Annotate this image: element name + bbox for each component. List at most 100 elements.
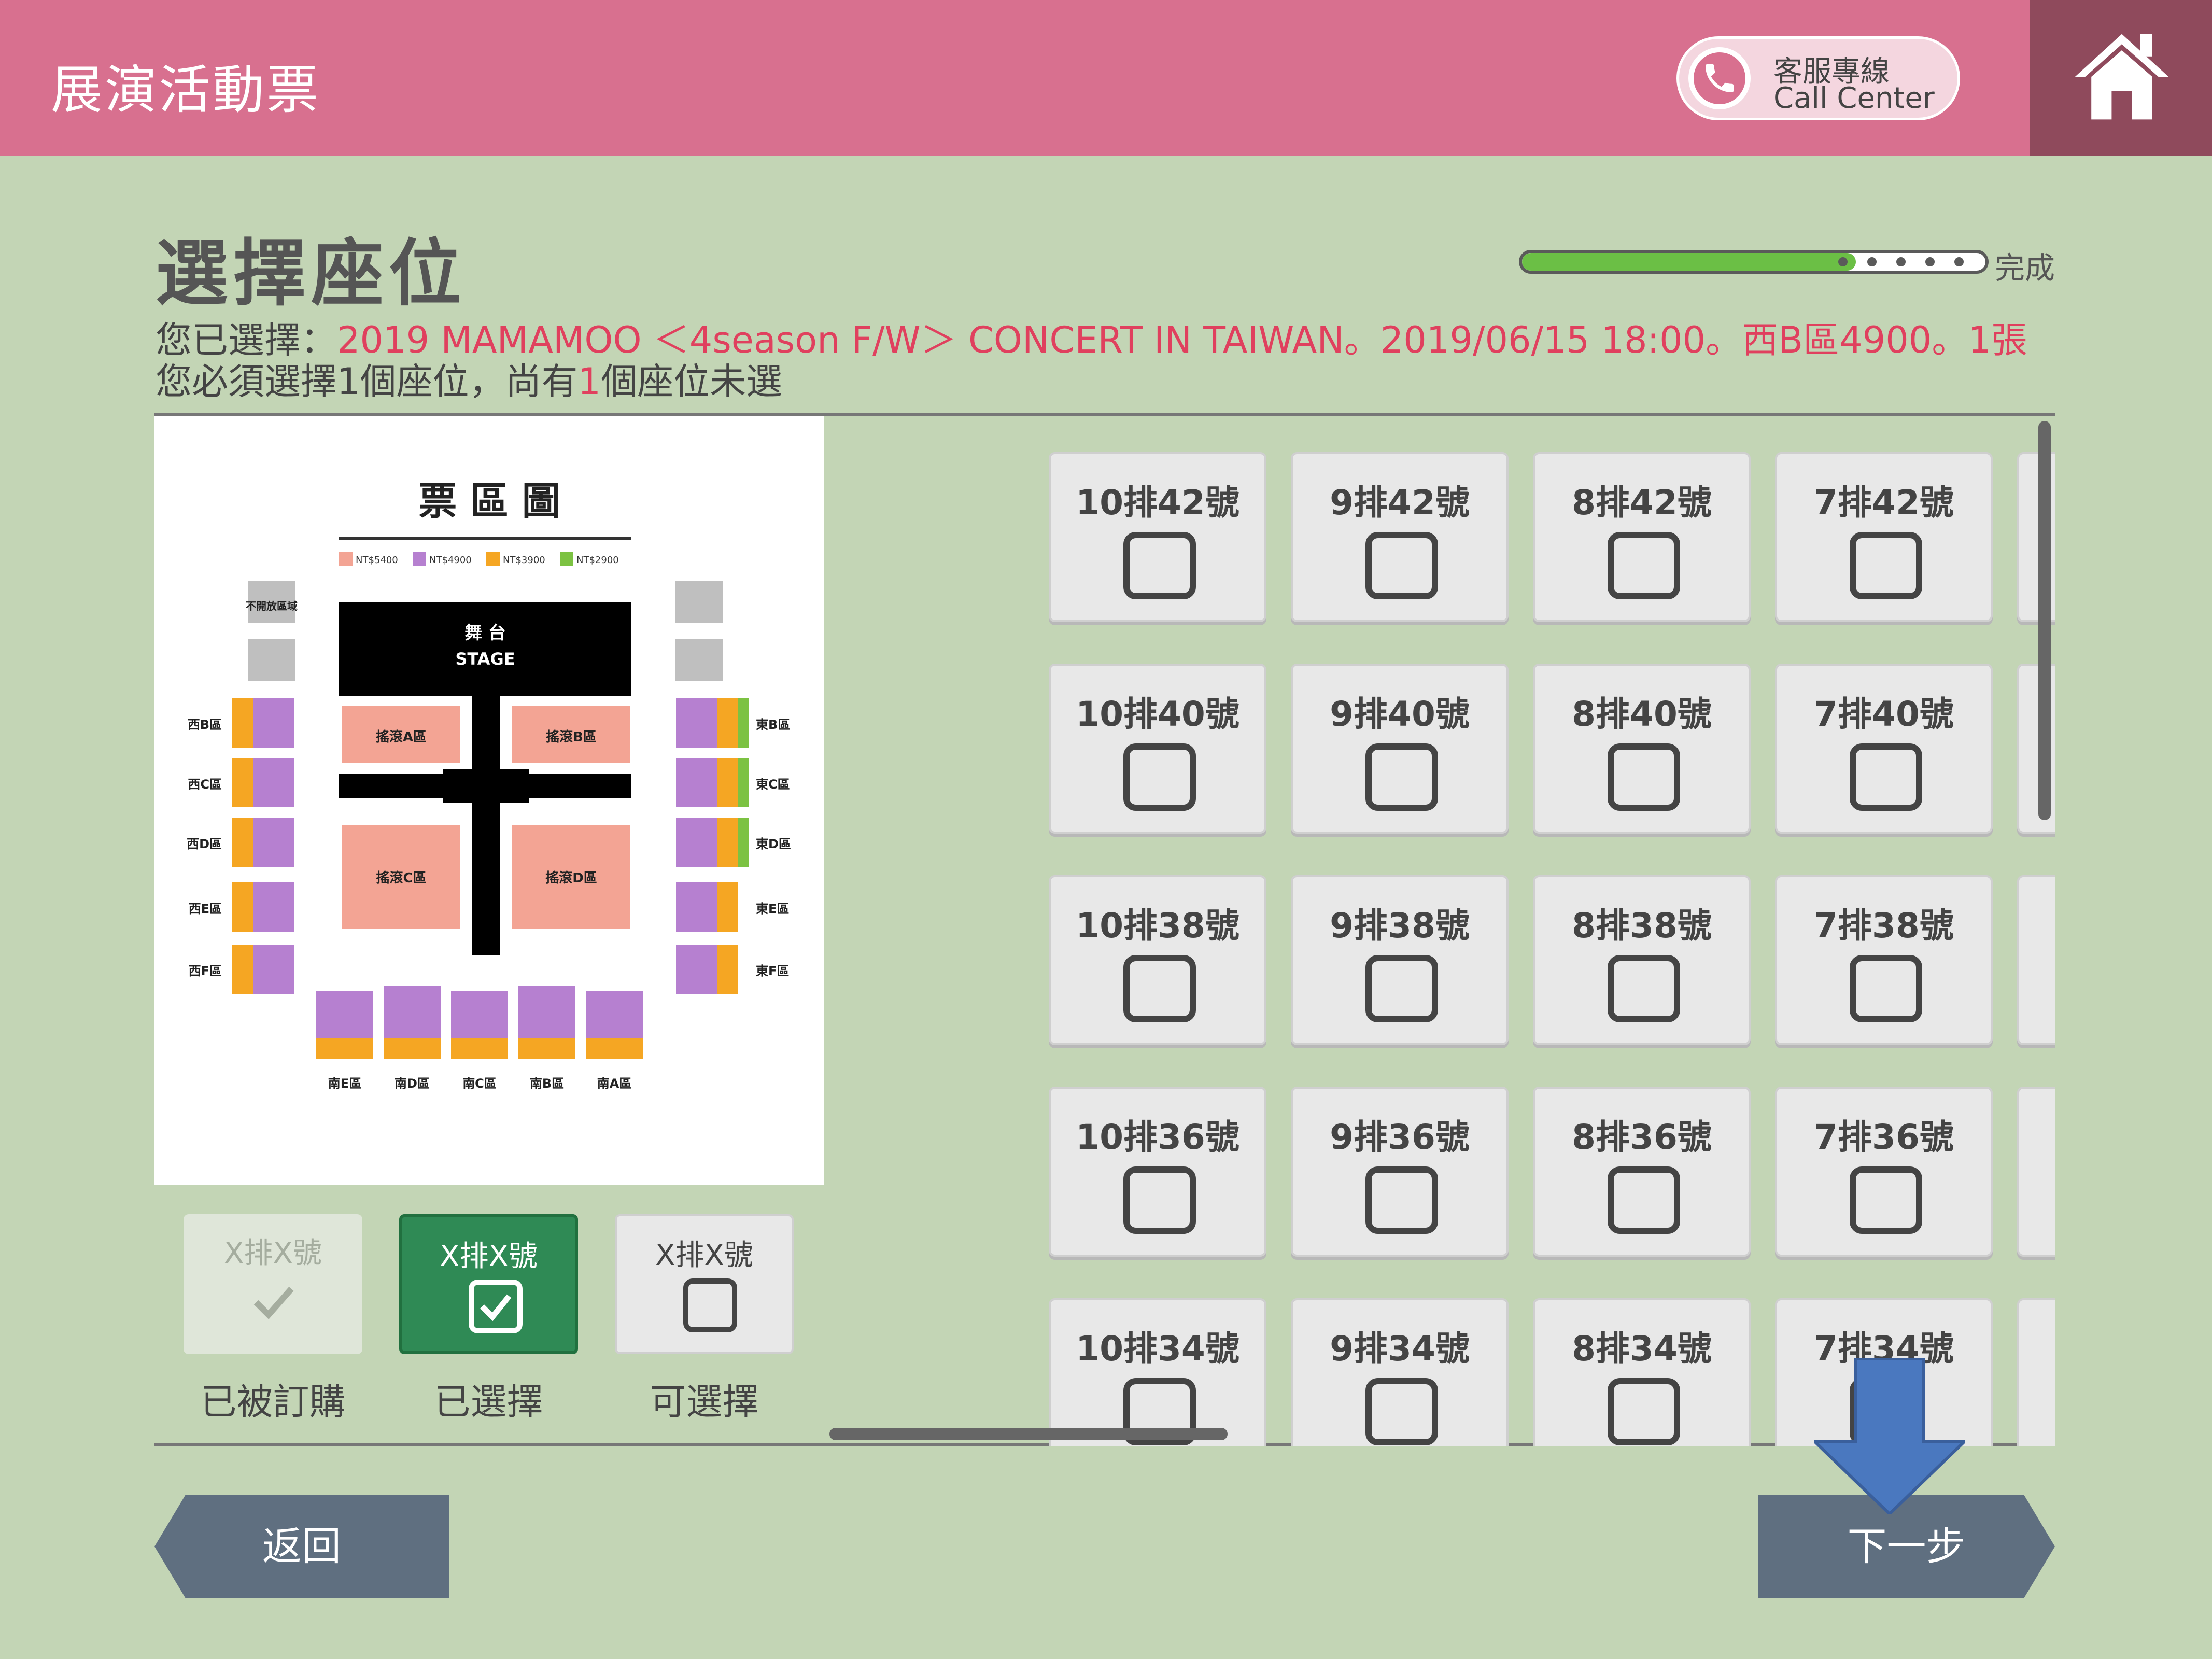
seat-requirement: 您必須選擇1個座位，尚有1個座位未選 [156,353,782,405]
home-icon [2075,34,2169,120]
seat-label: 6排38號 [2019,898,2055,948]
seat-button[interactable]: 6排34號 [2017,1298,2055,1446]
zone-rock-c: 搖滾C區 [376,870,426,886]
phone-icon [1688,47,1751,109]
zone-rock-b: 搖滾B區 [546,729,597,745]
seat-label: 10排34號 [1076,1329,1239,1369]
stage-label-en: STAGE [455,649,515,669]
zone-south-d: 南D區 [395,1076,430,1091]
seat-button[interactable]: 10排38號 [1049,875,1266,1045]
page-title: 選擇座位 [156,232,467,316]
seat-state-legend: X排X號 已被訂購 X排X號 已選擇 X排X號 可選擇 [154,1214,824,1432]
seat-button[interactable]: 9排40號 [1291,664,1509,834]
back-button-label: 返回 [262,1523,341,1569]
seat-grid[interactable]: 10排42號9排42號8排42號7排42號6排42號10排40號9排40號8排4… [828,416,2055,1446]
requirement-text-b: 個座位未選 [601,360,783,403]
zone-rock-a: 搖滾A區 [376,729,427,745]
call-center-button[interactable]: 客服專線 Call Center [1676,36,1960,120]
seat-checkbox[interactable] [1123,532,1196,599]
legend-booked: X排X號 [184,1214,362,1354]
legend-selected-label: X排X號 [440,1240,538,1273]
seat-button[interactable]: 7排42號 [1775,452,1993,622]
legend-selected: X排X號 [399,1214,578,1354]
zone-west-f: 西F區 [189,964,222,978]
home-button[interactable] [2030,0,2212,156]
seat-checkbox[interactable] [1850,532,1922,599]
seat-map-image: 票 區 圖 NT$5400 NT$4900 NT$3900 NT$2900 舞 … [154,416,824,1185]
seat-button[interactable]: 9排36號 [1291,1087,1509,1257]
seat-checkbox[interactable] [1608,1378,1680,1445]
legend-available-checkbox [683,1278,737,1332]
seat-checkbox[interactable] [1850,1166,1922,1234]
legend-selected-caption: 已選擇 [434,1381,543,1423]
seat-checkbox[interactable] [1850,955,1922,1022]
price-legend: NT$5400 NT$4900 NT$3900 NT$2900 [339,552,619,566]
seat-checkbox[interactable] [1365,1166,1438,1234]
seat-checkbox[interactable] [1608,1166,1680,1234]
seat-button[interactable]: 10排36號 [1049,1087,1266,1257]
legend-available-caption: 可選擇 [650,1381,759,1423]
map-title: 票 區 圖 [418,479,560,524]
zone-east-e: 東E區 [756,902,789,916]
seat-checkbox[interactable] [1123,743,1196,811]
seat-checkbox[interactable] [1365,743,1438,811]
seat-button[interactable]: 10排40號 [1049,664,1266,834]
seat-checkbox[interactable] [1608,955,1680,1022]
seat-button[interactable]: 10排34號 [1049,1298,1266,1446]
seat-button[interactable]: 7排38號 [1775,875,1993,1045]
seat-label: 8排38號 [1572,906,1712,946]
seat-checkbox[interactable] [1365,955,1438,1022]
seat-checkbox[interactable] [1365,1378,1438,1445]
seat-checkbox[interactable] [1850,743,1922,811]
back-button[interactable]: 返回 [154,1495,449,1598]
seat-label: 10排40號 [1076,694,1239,734]
seat-button[interactable]: 7排36號 [1775,1087,1993,1257]
seat-button[interactable]: 9排38號 [1291,875,1509,1045]
zone-west-c: 西C區 [188,777,222,792]
zone-south-e: 南E區 [328,1076,361,1091]
legend-available-label: X排X號 [655,1239,753,1272]
app-title: 展演活動票 [51,60,320,120]
seat-checkbox[interactable] [1365,532,1438,599]
seat-label: 7排36號 [1814,1117,1954,1157]
zone-east-b: 東B區 [756,718,790,732]
seat-button[interactable]: 6排38號 [2017,875,2055,1045]
seat-button[interactable]: 8排36號 [1533,1087,1751,1257]
legend-available: X排X號 [615,1214,794,1354]
seat-label: 7排42號 [1814,483,1954,523]
down-arrow-icon [1814,1358,1965,1514]
legend-booked-label: X排X號 [224,1236,322,1270]
progress-dots [1838,257,1983,269]
seat-button[interactable]: 8排34號 [1533,1298,1751,1446]
seat-label: 8排40號 [1572,694,1712,734]
seat-checkbox[interactable] [1123,1166,1196,1234]
progress-bar [1519,250,1989,274]
seat-button[interactable]: 8排40號 [1533,664,1751,834]
seat-checkbox[interactable] [1608,743,1680,811]
seat-checkbox[interactable] [1608,532,1680,599]
seat-button[interactable]: 9排42號 [1291,452,1509,622]
seat-label: 9排42號 [1330,483,1470,523]
call-center-label-en: Call Center [1773,81,1935,115]
seat-button[interactable]: 9排34號 [1291,1298,1509,1446]
seat-button[interactable]: 8排38號 [1533,875,1751,1045]
seat-label: 9排38號 [1330,906,1470,946]
seat-label: 6排36號 [2019,1109,2055,1159]
check-icon [480,1294,512,1321]
horizontal-scrollbar[interactable] [829,1428,1228,1440]
seat-button[interactable]: 8排42號 [1533,452,1751,622]
seat-label: 8排34號 [1572,1329,1712,1369]
seat-button[interactable]: 10排42號 [1049,452,1266,622]
seat-checkbox[interactable] [1123,955,1196,1022]
zone-east-f: 東F區 [756,964,789,978]
price-legend-3: NT$3900 [503,555,545,566]
seat-label: 8排42號 [1572,483,1712,523]
west-stands [232,698,294,994]
seat-button[interactable]: 7排40號 [1775,664,1993,834]
closed-area-label: 不開放區域 [246,600,298,612]
requirement-text-a: 您必須選擇1個座位，尚有 [156,360,578,403]
vertical-scrollbar[interactable] [2038,421,2051,820]
zone-east-c: 東C區 [756,777,790,792]
seat-button[interactable]: 6排36號 [2017,1087,2055,1257]
zone-south-b: 南B區 [530,1076,564,1091]
